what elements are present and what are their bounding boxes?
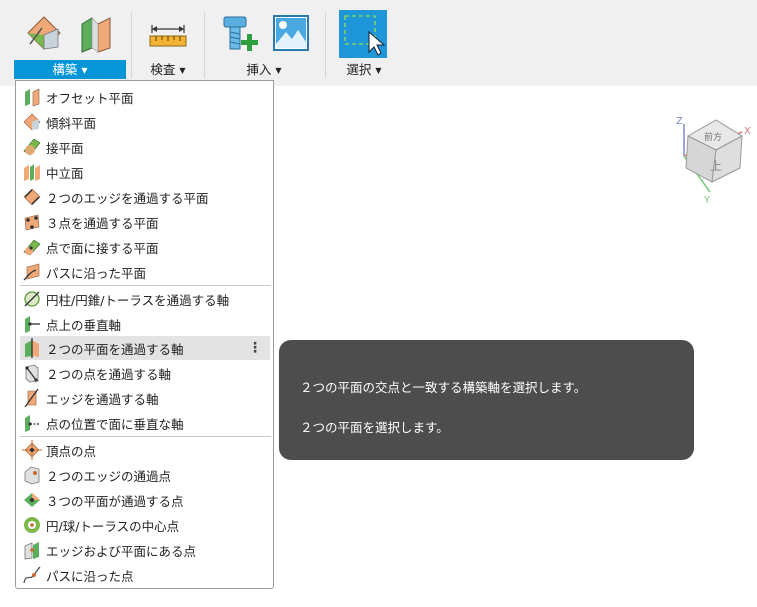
menu-item-tangent-plane[interactable]: 接平面 bbox=[20, 135, 270, 159]
menu-item-point-at-edge-and-plane[interactable]: エッジおよび平面にある点 bbox=[20, 538, 270, 562]
menu-item-axis-through-two-points[interactable]: ２つの点を通過する軸 bbox=[20, 361, 270, 385]
menu-item-plane-along-path[interactable]: パスに沿った平面 bbox=[20, 260, 270, 284]
insert-label[interactable]: 挿入 ▼ bbox=[214, 60, 314, 79]
menu-item-point-at-center[interactable]: 円/球/トーラスの中心点 bbox=[20, 513, 270, 537]
plane-along-path-icon bbox=[23, 263, 40, 281]
menu-item-axis-perpendicular-at-point[interactable]: 点上の垂直軸 bbox=[20, 312, 270, 336]
toolbar-divider bbox=[204, 12, 205, 78]
menu-item-point-through-three-planes[interactable]: ３つの平面が通過する点 bbox=[20, 488, 270, 512]
insert-group[interactable]: 挿入 ▼ bbox=[214, 0, 314, 86]
axis-x-label: X bbox=[744, 126, 751, 137]
viewcube-top-label: 前方 bbox=[704, 131, 722, 143]
menu-item-axis-through-cylinder[interactable]: 円柱/円錐/トーラスを通過する軸 bbox=[20, 287, 270, 311]
chevron-down-icon: ▼ bbox=[375, 66, 382, 75]
toolbar-divider bbox=[131, 12, 132, 78]
inspect-label[interactable]: 検査 ▼ bbox=[140, 60, 196, 79]
insert-mcmaster-icon[interactable] bbox=[220, 14, 260, 54]
select-label[interactable]: 選択 ▼ bbox=[336, 60, 392, 79]
offset-plane-icon bbox=[25, 88, 40, 107]
menu-divider bbox=[20, 285, 271, 286]
menu-item-axis-through-two-planes[interactable]: ２つの平面を通過する軸 ⋮ bbox=[20, 336, 270, 360]
inspect-group[interactable]: 検査 ▼ bbox=[140, 0, 196, 86]
axis-through-cylinder-icon bbox=[24, 291, 40, 307]
measure-icon[interactable] bbox=[148, 20, 188, 50]
select-group[interactable]: 選択 ▼ bbox=[336, 0, 392, 86]
select-window-icon[interactable] bbox=[339, 10, 387, 58]
more-options-icon[interactable]: ⋮ bbox=[248, 338, 262, 358]
menu-item-plane-tangent-at-point[interactable]: 点で面に接する平面 bbox=[20, 235, 270, 259]
axis-through-two-points-icon bbox=[25, 364, 39, 383]
viewcube[interactable]: Z X Y 前方 上 bbox=[672, 110, 756, 206]
construct-label[interactable]: 構築 ▼ bbox=[14, 60, 126, 79]
point-at-center-icon bbox=[24, 517, 40, 533]
point-through-two-edges-icon bbox=[24, 466, 40, 485]
command-tooltip: ２つの平面の交点と一致する構築軸を選択します。 ２つの平面を選択します。 bbox=[279, 340, 694, 460]
construct-dropdown-menu: オフセット平面 傾斜平面 接平面 中立面 ２つのエッジを通過する平面 ３点を通過… bbox=[15, 80, 274, 589]
plane-through-three-points-icon bbox=[24, 214, 40, 231]
axis-z-label: Z bbox=[676, 116, 683, 127]
point-along-path-icon bbox=[23, 566, 41, 584]
plane-at-angle-icon bbox=[23, 113, 41, 131]
offset-plane-toolbar-icon[interactable] bbox=[76, 14, 116, 54]
point-through-three-planes-icon bbox=[24, 493, 40, 507]
menu-item-point-along-path[interactable]: パスに沿った点 bbox=[20, 563, 270, 587]
midplane-icon bbox=[24, 164, 40, 181]
chevron-down-icon: ▼ bbox=[275, 66, 282, 75]
point-at-vertex-icon bbox=[22, 440, 42, 460]
tooltip-instruction: ２つの平面を選択します。 bbox=[300, 420, 449, 435]
menu-item-axis-perpendicular-to-face[interactable]: 点の位置で面に垂直な軸 bbox=[20, 411, 270, 435]
axis-perpendicular-to-face-icon bbox=[25, 415, 40, 432]
tangent-plane-icon bbox=[23, 138, 41, 156]
plane-through-two-edges-icon bbox=[23, 188, 41, 206]
construct-group[interactable]: 構築 ▼ bbox=[14, 0, 126, 86]
toolbar: 構築 ▼ 検査 ▼ 挿入 ▼ 選択 ▼ bbox=[0, 0, 757, 86]
plane-tangent-at-point-icon bbox=[23, 239, 41, 256]
menu-item-midplane[interactable]: 中立面 bbox=[20, 160, 270, 184]
menu-divider bbox=[20, 436, 271, 437]
axis-through-edge-icon bbox=[24, 388, 39, 408]
point-at-edge-and-plane-icon bbox=[24, 542, 39, 560]
tooltip-description: ２つの平面の交点と一致する構築軸を選択します。 bbox=[300, 380, 587, 395]
menu-item-offset-plane[interactable]: オフセット平面 bbox=[20, 85, 270, 109]
construct-plane-icon[interactable] bbox=[24, 14, 64, 54]
menu-item-axis-through-edge[interactable]: エッジを通過する軸 bbox=[20, 386, 270, 410]
menu-item-plane-through-two-edges[interactable]: ２つのエッジを通過する平面 bbox=[20, 185, 270, 209]
insert-image-icon[interactable] bbox=[272, 14, 310, 52]
chevron-down-icon: ▼ bbox=[179, 66, 186, 75]
axis-through-two-planes-icon bbox=[25, 338, 39, 358]
viewcube-front-label: 上 bbox=[710, 159, 722, 173]
menu-item-plane-at-angle[interactable]: 傾斜平面 bbox=[20, 110, 270, 134]
menu-item-point-through-two-edges[interactable]: ２つのエッジの通過点 bbox=[20, 463, 270, 487]
chevron-down-icon: ▼ bbox=[81, 66, 88, 75]
menu-item-plane-through-three-points[interactable]: ３点を通過する平面 bbox=[20, 210, 270, 234]
axis-y-label: Y bbox=[703, 195, 711, 206]
axis-perpendicular-at-point-icon bbox=[25, 316, 40, 333]
toolbar-divider bbox=[325, 12, 326, 78]
menu-item-point-at-vertex[interactable]: 頂点の点 bbox=[20, 438, 270, 462]
